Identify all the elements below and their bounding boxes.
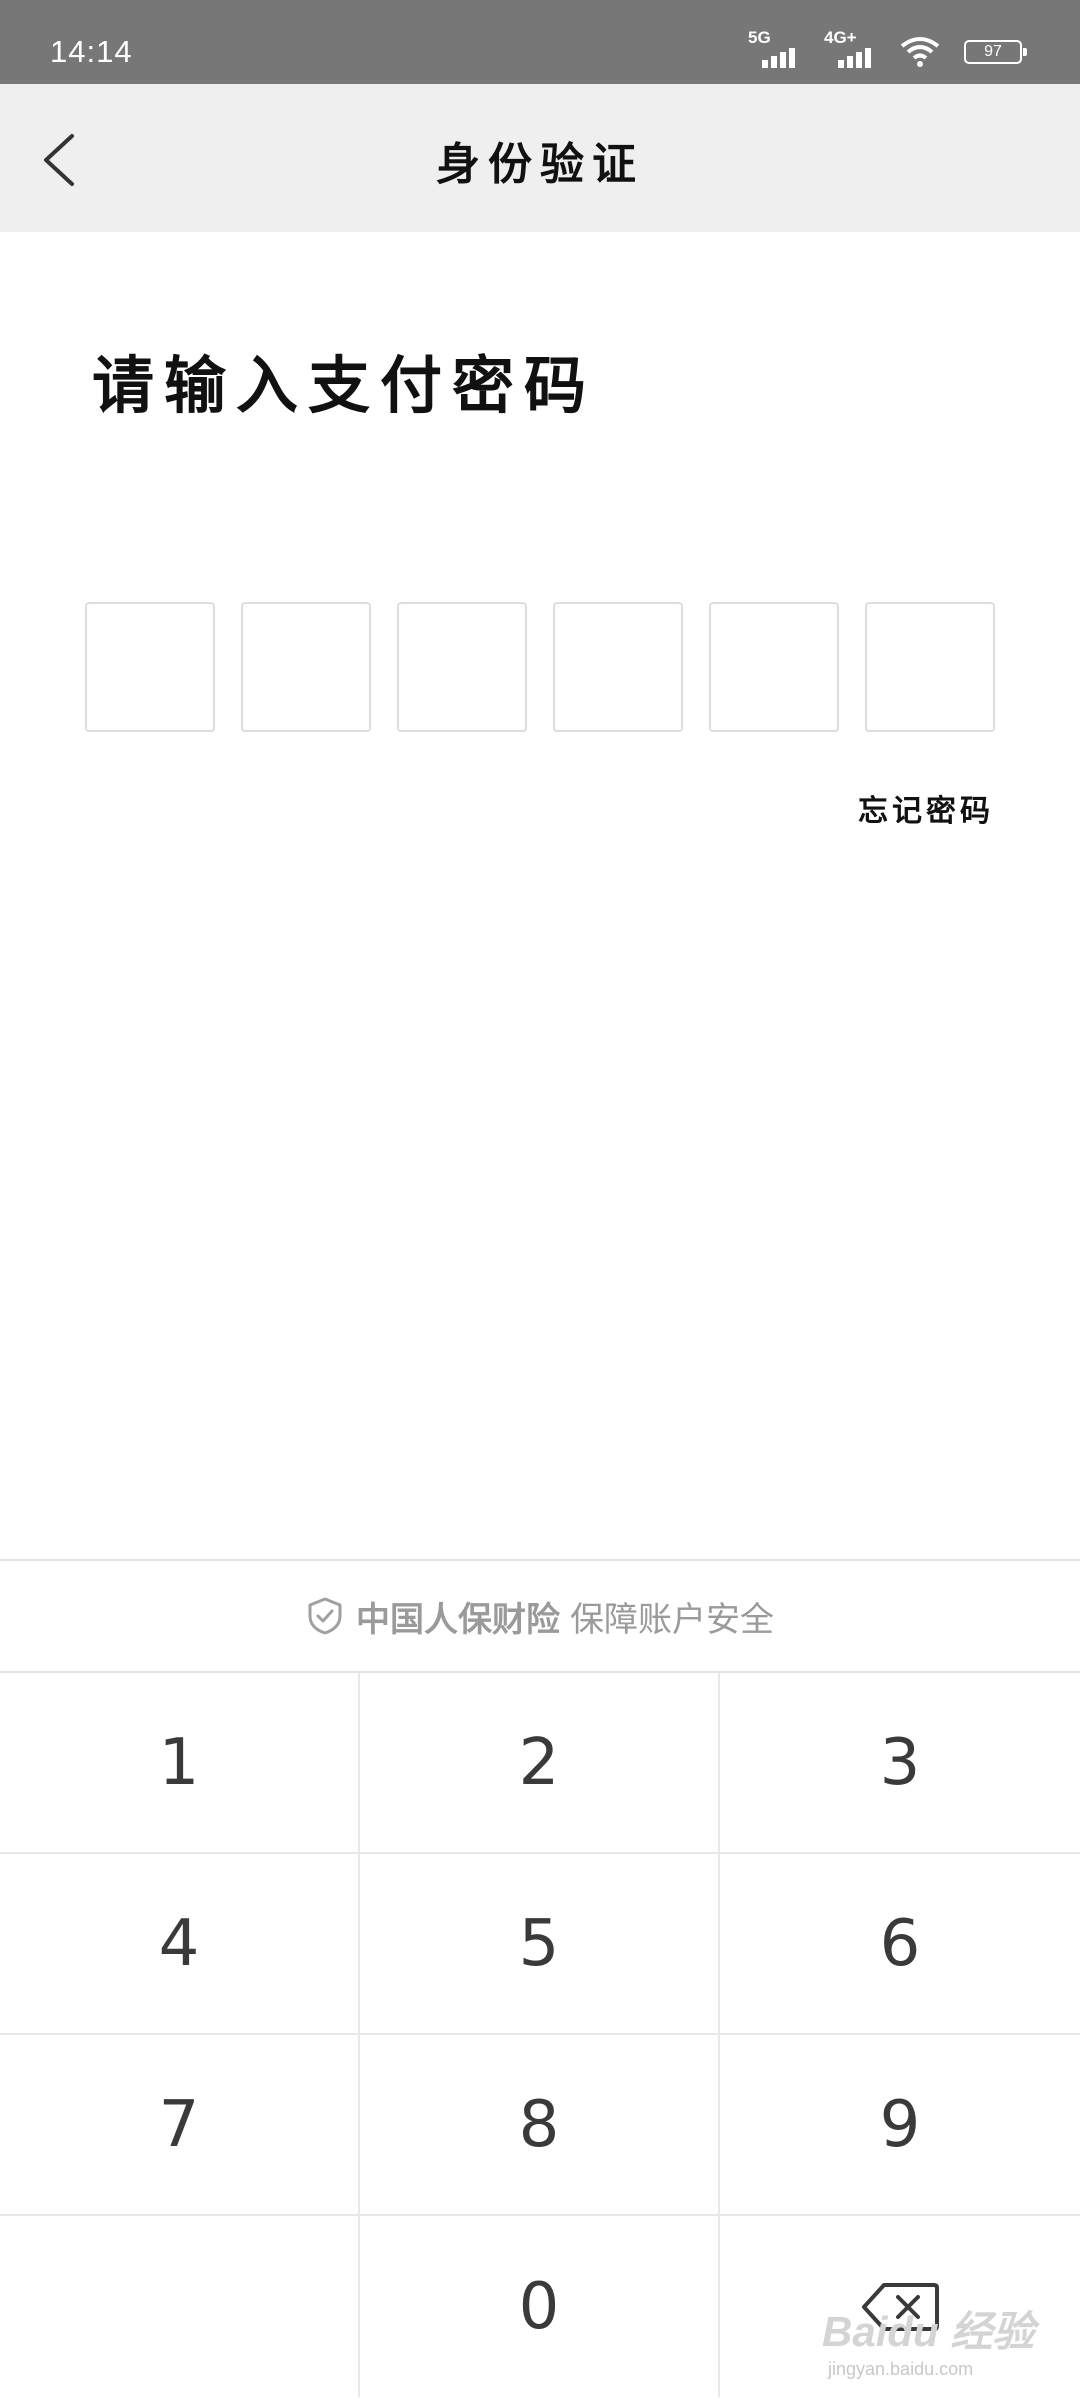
- signal-4g-icon: 4G+: [824, 28, 876, 68]
- pin-input[interactable]: [85, 602, 995, 734]
- security-banner: 中国人保财险 保障账户安全: [0, 1561, 1080, 1673]
- status-icons: 5G 4G+ 97: [748, 28, 1027, 68]
- pin-digit-box[interactable]: [85, 602, 215, 732]
- nav-bar: 身份验证: [0, 84, 1080, 232]
- forgot-password-link[interactable]: 忘记密码: [858, 786, 994, 830]
- key-0[interactable]: 0: [360, 2216, 720, 2397]
- pin-digit-box[interactable]: [397, 602, 527, 732]
- signal-5g-label: 5G: [748, 28, 771, 47]
- keypad: 1 2 3 4 5 6 7 8 9 0: [0, 1673, 1080, 2400]
- security-brand: 中国人保财险: [356, 1599, 560, 1640]
- battery-icon: 97: [964, 40, 1027, 64]
- pin-digit-box[interactable]: [709, 602, 839, 732]
- pin-digit-box[interactable]: [553, 602, 683, 732]
- key-3[interactable]: 3: [720, 1673, 1080, 1854]
- security-text: 保障账户安全: [570, 1599, 774, 1640]
- key-1[interactable]: 1: [0, 1673, 360, 1854]
- signal-5g-icon: 5G: [748, 28, 800, 68]
- pin-digit-box[interactable]: [241, 602, 371, 732]
- wifi-icon: [900, 37, 940, 67]
- shield-check-icon: [308, 1597, 342, 1635]
- key-8[interactable]: 8: [360, 2035, 720, 2216]
- pin-digit-box[interactable]: [865, 602, 995, 732]
- key-7[interactable]: 7: [0, 2035, 360, 2216]
- backspace-icon: [862, 2282, 939, 2331]
- key-2[interactable]: 2: [360, 1673, 720, 1854]
- prompt-title: 请输入支付密码: [92, 349, 597, 422]
- key-4[interactable]: 4: [0, 1854, 360, 2035]
- delete-key[interactable]: [720, 2216, 1080, 2397]
- key-empty: [0, 2216, 360, 2397]
- battery-level: 97: [984, 43, 1002, 60]
- page-title: 身份验证: [436, 139, 644, 190]
- key-5[interactable]: 5: [360, 1854, 720, 2035]
- signal-4g-label: 4G+: [824, 28, 857, 47]
- numeric-keyboard: 中国人保财险 保障账户安全 1 2 3 4 5 6 7 8 9 0: [0, 1559, 1080, 2400]
- status-time: 14:14: [50, 34, 133, 69]
- status-bar: 14:14 5G 4G+ 97: [0, 0, 1080, 84]
- key-6[interactable]: 6: [720, 1854, 1080, 2035]
- key-9[interactable]: 9: [720, 2035, 1080, 2216]
